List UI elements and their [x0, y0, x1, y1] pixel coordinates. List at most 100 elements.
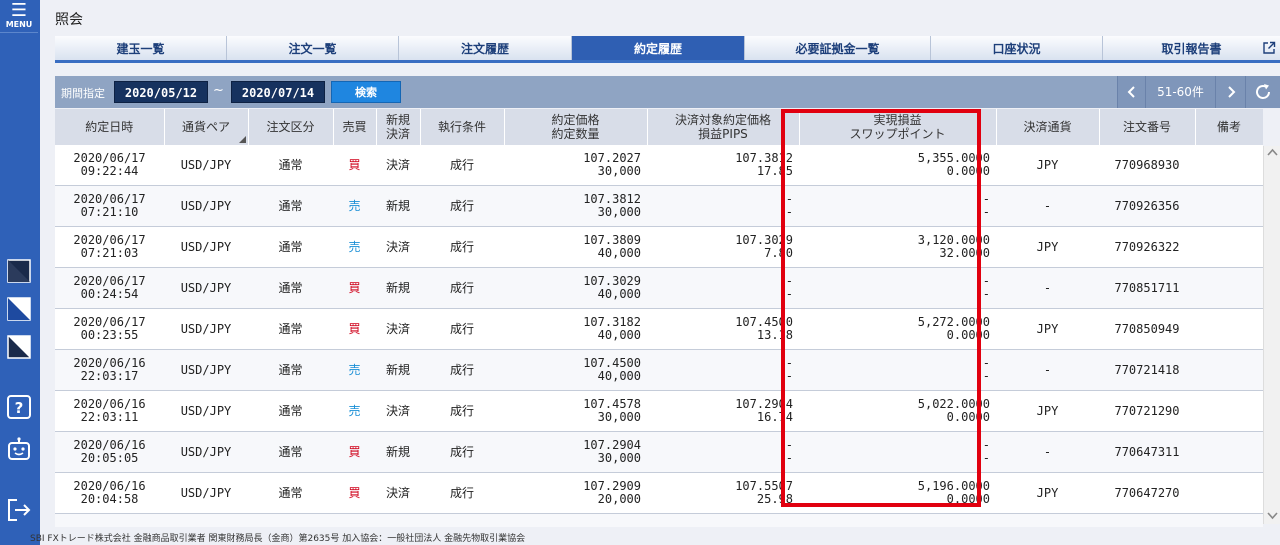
- next-page-button[interactable]: [1215, 76, 1245, 108]
- chevron-left-icon: [1127, 86, 1135, 98]
- cell-currency-pair: USD/JPY: [164, 390, 248, 432]
- table-scrollbar[interactable]: [1263, 146, 1280, 524]
- col-header-order-number[interactable]: 注文番号: [1099, 109, 1196, 145]
- cell-note: [1195, 185, 1263, 227]
- open-close: 新規: [385, 362, 410, 377]
- col-header-open-close[interactable]: 新規 決済: [376, 109, 421, 145]
- col-header-settle-currency[interactable]: 決済通貨: [996, 109, 1100, 145]
- swap-points: -: [982, 451, 990, 465]
- col-header-side[interactable]: 売買: [333, 109, 377, 145]
- table-row[interactable]: 2020/06/16 22:03:11 USD/JPY 通常 売 決済 成行 107.4578…: [55, 390, 1263, 432]
- help-icon[interactable]: ?: [7, 395, 31, 419]
- tab-execution-history[interactable]: 約定履歴: [571, 36, 744, 60]
- table-row[interactable]: 2020/06/17 09:22:44 USD/JPY 通常 買 決済 成行 107.2027…: [55, 145, 1263, 186]
- cell-order-type: 通常: [248, 513, 333, 527]
- col-header-note[interactable]: 備考: [1195, 109, 1263, 145]
- cell-target-price-pips: --: [647, 267, 799, 309]
- cell-settle-currency: -: [996, 185, 1099, 227]
- tab-order-history[interactable]: 注文履歴: [398, 36, 571, 60]
- prev-page-button[interactable]: [1117, 76, 1145, 108]
- layout-diag-icon[interactable]: [7, 335, 31, 359]
- execution-table: 約定日時 通貨ペア 注文区分 売買 新規 決済 執行条件 約定価格 約定数量 決…: [55, 109, 1263, 527]
- refresh-button[interactable]: [1245, 76, 1280, 108]
- open-close: 決済: [385, 403, 410, 418]
- cell-exec-price-qty: 107.3029 40,000: [504, 267, 647, 309]
- cell-exec-datetime: 2020/06/17 00:24:54: [55, 267, 164, 309]
- cell-order-number: 770518948: [1099, 513, 1195, 527]
- chatbot-icon[interactable]: [7, 437, 31, 461]
- scroll-down-icon[interactable]: [1267, 512, 1278, 520]
- table-row[interactable]: 2020/06/16USD/JPY通常売新規成行107.5507---77051…: [55, 513, 1263, 527]
- exec-qty: 20,000: [597, 492, 641, 506]
- col-header-exec-price-qty[interactable]: 約定価格 約定数量: [504, 109, 648, 145]
- col-header-exec-condition[interactable]: 執行条件: [420, 109, 505, 145]
- layout-dark-icon[interactable]: [7, 259, 31, 283]
- cell-settle-currency: JPY: [996, 308, 1099, 350]
- side-sell: 売: [348, 239, 361, 254]
- target-price: -: [785, 356, 793, 370]
- table-row[interactable]: 2020/06/17 07:21:03 USD/JPY 通常 売 決済 成行 107.3809…: [55, 226, 1263, 268]
- layout-split-icon[interactable]: [7, 297, 31, 321]
- table-row[interactable]: 2020/06/16 20:05:05 USD/JPY 通常 買 新規 成行 107.2904…: [55, 431, 1263, 473]
- cell-order-type: 通常: [248, 226, 333, 268]
- currency-pair: USD/JPY: [180, 362, 232, 377]
- cell-order-number: 770968930: [1099, 145, 1195, 186]
- col-header-realized-pl-swap[interactable]: 実現損益 スワップポイント: [799, 109, 997, 145]
- tab-margin-list[interactable]: 必要証拠金一覧: [744, 36, 930, 60]
- external-link-icon[interactable]: [1262, 41, 1276, 55]
- cell-currency-pair: USD/JPY: [164, 185, 248, 227]
- page-range: 51-60件: [1145, 76, 1215, 108]
- cell-open-close: 決済: [376, 390, 420, 432]
- table-row[interactable]: 2020/06/17 07:21:10 USD/JPY 通常 売 新規 成行 107.3812…: [55, 185, 1263, 227]
- tab-trade-report[interactable]: 取引報告書: [1102, 36, 1280, 60]
- cell-realized-pl-swap: 3,120.0000 32.0000: [799, 226, 996, 268]
- cell-currency-pair: USD/JPY: [164, 308, 248, 350]
- cell-order-type: 通常: [248, 145, 333, 186]
- cell-realized-pl-swap: 5,196.0000 0.0000: [799, 472, 996, 514]
- exec-time: 07:21:03: [80, 246, 139, 260]
- cell-order-type: 通常: [248, 308, 333, 350]
- table-row[interactable]: 2020/06/17 00:23:55 USD/JPY 通常 買 決済 成行 107.3182…: [55, 308, 1263, 350]
- tab-orders[interactable]: 注文一覧: [226, 36, 398, 60]
- table-row[interactable]: 2020/06/16 22:03:17 USD/JPY 通常 売 新規 成行 107.4500…: [55, 349, 1263, 391]
- cell-exec-datetime: 2020/06/16 22:03:17: [55, 349, 164, 391]
- tab-account-status[interactable]: 口座状況: [930, 36, 1102, 60]
- exec-condition: 成行: [449, 485, 474, 500]
- currency-pair: USD/JPY: [180, 157, 232, 172]
- exec-qty: 30,000: [597, 205, 641, 219]
- cell-exec-condition: 成行: [420, 390, 504, 432]
- exec-condition: 成行: [449, 239, 474, 254]
- logout-icon[interactable]: [7, 498, 31, 522]
- cell-side: 買: [333, 145, 376, 186]
- pl-pips: 16.74: [756, 410, 793, 424]
- cell-note: [1195, 226, 1263, 268]
- col-header-order-type[interactable]: 注文区分: [248, 109, 334, 145]
- search-button[interactable]: 検索: [331, 81, 401, 103]
- scroll-up-icon[interactable]: [1267, 148, 1278, 156]
- cell-exec-datetime: 2020/06/17 00:23:55: [55, 308, 164, 350]
- cell-currency-pair: USD/JPY: [164, 349, 248, 391]
- table-row[interactable]: 2020/06/17 00:24:54 USD/JPY 通常 買 新規 成行 107.3029…: [55, 267, 1263, 309]
- exec-condition: 成行: [449, 321, 474, 336]
- exec-qty: 40,000: [597, 246, 641, 260]
- col-header-exec-datetime[interactable]: 約定日時: [55, 109, 165, 145]
- order-number: 770926322: [1114, 239, 1180, 254]
- table-row[interactable]: 2020/06/16 20:04:58 USD/JPY 通常 買 決済 成行 107.2909…: [55, 472, 1263, 514]
- end-date-input[interactable]: 2020/07/14: [231, 81, 325, 103]
- pl-pips: 17.85: [756, 164, 793, 178]
- col-header-target-price-pips[interactable]: 決済対象約定価格 損益PIPS: [647, 109, 800, 145]
- exec-qty: 30,000: [597, 164, 641, 178]
- tab-positions[interactable]: 建玉一覧: [55, 36, 226, 60]
- col-header-currency-pair[interactable]: 通貨ペア: [164, 109, 249, 145]
- cell-currency-pair: USD/JPY: [164, 145, 248, 186]
- cell-exec-price-qty: 107.2027 30,000: [504, 145, 647, 186]
- start-date-input[interactable]: 2020/05/12: [114, 81, 208, 103]
- menu-button[interactable]: ☰ MENU: [0, 0, 38, 33]
- cell-settle-currency: JPY: [996, 472, 1099, 514]
- cell-order-type: 通常: [248, 349, 333, 391]
- open-close: 新規: [385, 198, 410, 213]
- order-type: 通常: [278, 321, 303, 336]
- cell-open-close: 新規: [376, 513, 420, 527]
- cell-exec-condition: 成行: [420, 145, 504, 186]
- cell-open-close: 新規: [376, 267, 420, 309]
